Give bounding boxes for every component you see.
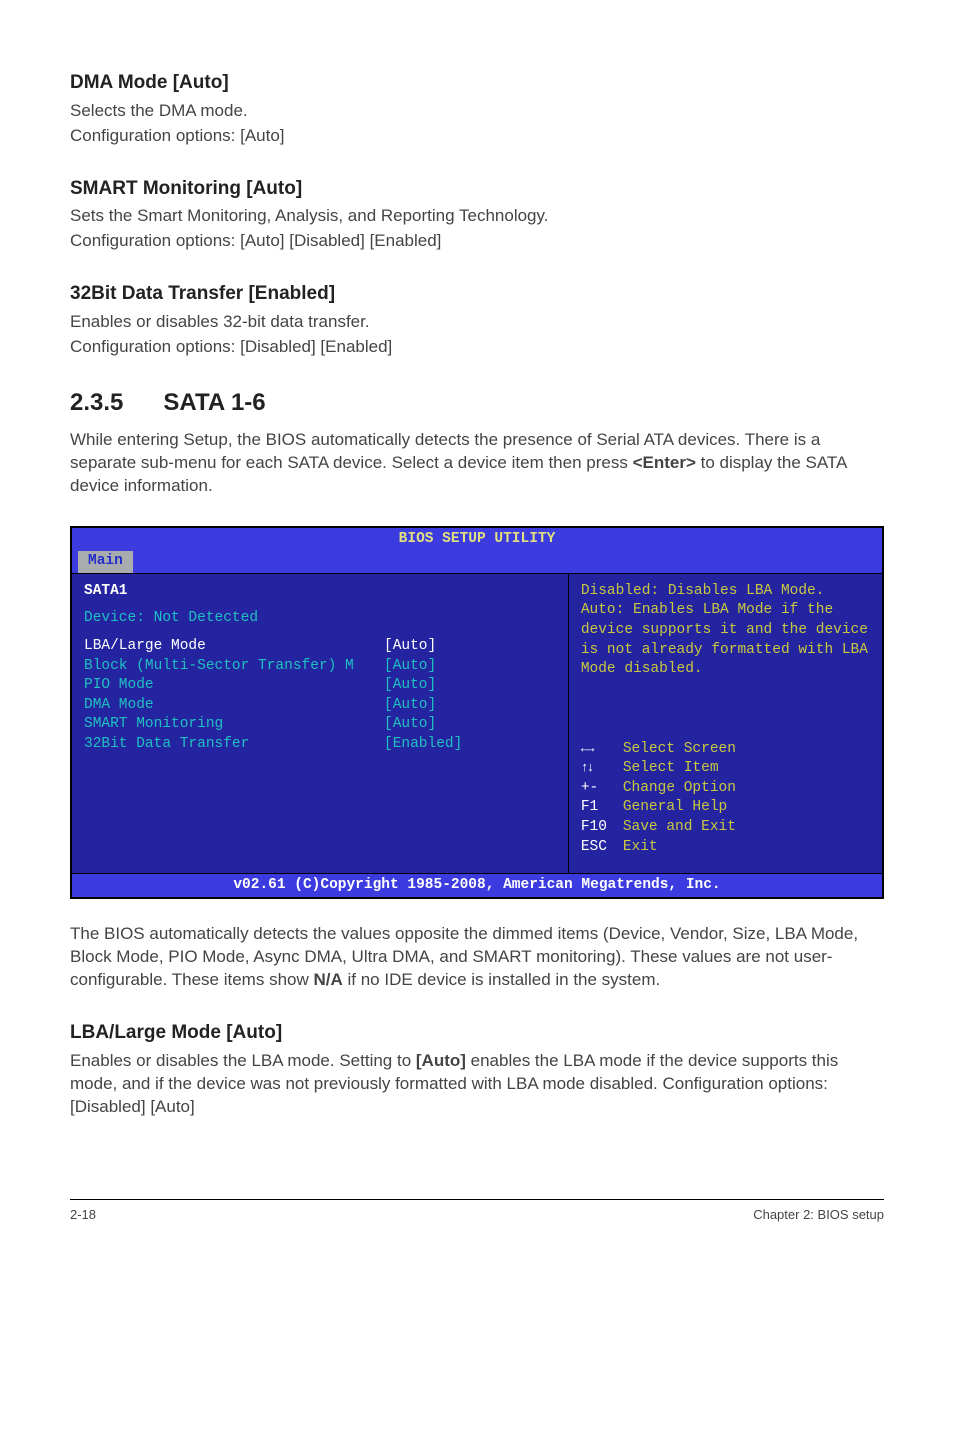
bios-key-row: F1General Help <box>581 798 870 818</box>
bios-key-label: Exit <box>623 839 658 855</box>
bios-key: F1 <box>581 798 623 818</box>
bios-option-label: 32Bit Data Transfer <box>84 735 384 755</box>
bios-option-value: [Auto] <box>384 697 436 713</box>
bios-key: ↑↓ <box>581 759 623 777</box>
bios-key: ←→ <box>581 740 623 758</box>
bios-option-value: [Auto] <box>384 716 436 732</box>
bios-option-row[interactable]: 32Bit Data Transfer[Enabled] <box>84 735 556 755</box>
bios-key-label: Select Item <box>623 760 719 776</box>
bios-key-row: ←→Select Screen <box>581 740 870 760</box>
bios-left-panel: SATA1 Device: Not Detected LBA/Large Mod… <box>72 574 569 873</box>
heading-sata-1-6: 2.3.5 SATA 1-6 <box>70 387 884 419</box>
bios-device-status: Device: Not Detected <box>84 609 556 629</box>
bios-tab-row: Main <box>72 551 882 573</box>
bios-right-panel: Disabled: Disables LBA Mode. Auto: Enabl… <box>569 574 882 873</box>
text-32bit-transfer-1: Enables or disables 32-bit data transfer… <box>70 311 884 334</box>
bios-key-label: General Help <box>623 799 727 815</box>
bios-option-value: [Enabled] <box>384 736 462 752</box>
bios-screenshot: BIOS SETUP UTILITY Main SATA1 Device: No… <box>70 526 884 900</box>
bios-key-row: ESCExit <box>581 838 870 858</box>
section-title-text: SATA 1-6 <box>163 389 265 416</box>
text-sata-intro-key: <Enter> <box>633 453 696 472</box>
heading-dma-mode: DMA Mode [Auto] <box>70 70 884 96</box>
bios-option-row[interactable]: Block (Multi-Sector Transfer) M[Auto] <box>84 657 556 677</box>
page-footer: 2-18 Chapter 2: BIOS setup <box>70 1199 884 1224</box>
text-dma-mode-1: Selects the DMA mode. <box>70 100 884 123</box>
bios-tab-main[interactable]: Main <box>78 551 133 573</box>
text-smart-monitoring-1: Sets the Smart Monitoring, Analysis, and… <box>70 205 884 228</box>
text-lba-large: Enables or disables the LBA mode. Settin… <box>70 1050 884 1119</box>
bios-option-label: PIO Mode <box>84 676 384 696</box>
text-post-bios: The BIOS automatically detects the value… <box>70 923 884 992</box>
bios-option-value: [Auto] <box>384 658 436 674</box>
bios-option-label: DMA Mode <box>84 696 384 716</box>
heading-32bit-transfer: 32Bit Data Transfer [Enabled] <box>70 281 884 307</box>
bios-option-row[interactable]: SMART Monitoring[Auto] <box>84 715 556 735</box>
text-smart-monitoring-2: Configuration options: [Auto] [Disabled]… <box>70 230 884 253</box>
text-sata-intro: While entering Setup, the BIOS automatic… <box>70 429 884 498</box>
bios-copyright: v02.61 (C)Copyright 1985-2008, American … <box>72 873 882 898</box>
bios-option-label: Block (Multi-Sector Transfer) M <box>84 657 384 677</box>
bios-key: ESC <box>581 838 623 858</box>
bios-key-label: Save and Exit <box>623 819 736 835</box>
page-number: 2-18 <box>70 1206 96 1224</box>
bios-key-row: +-Change Option <box>581 779 870 799</box>
bios-sata-label: SATA1 <box>84 582 556 602</box>
bios-option-value: [Auto] <box>384 638 436 654</box>
bios-key: F10 <box>581 818 623 838</box>
bios-key-legend: ←→Select Screen↑↓Select Item+-Change Opt… <box>581 740 870 857</box>
bios-title: BIOS SETUP UTILITY <box>72 528 882 552</box>
bios-key-label: Select Screen <box>623 741 736 757</box>
bios-key-row: F10Save and Exit <box>581 818 870 838</box>
bios-option-label: SMART Monitoring <box>84 715 384 735</box>
bios-option-row[interactable]: LBA/Large Mode[Auto] <box>84 637 556 657</box>
bios-key: +- <box>581 779 623 799</box>
chapter-label: Chapter 2: BIOS setup <box>753 1206 884 1224</box>
bios-option-row[interactable]: DMA Mode[Auto] <box>84 696 556 716</box>
heading-lba-large-mode: LBA/Large Mode [Auto] <box>70 1020 884 1046</box>
section-number: 2.3.5 <box>70 387 123 419</box>
text-post-bios-b: if no IDE device is installed in the sys… <box>343 970 660 989</box>
text-32bit-transfer-2: Configuration options: [Disabled] [Enabl… <box>70 336 884 359</box>
bios-option-row[interactable]: PIO Mode[Auto] <box>84 676 556 696</box>
bios-option-label: LBA/Large Mode <box>84 637 384 657</box>
text-post-bios-bold: N/A <box>313 970 342 989</box>
text-lba-large-a: Enables or disables the LBA mode. Settin… <box>70 1051 416 1070</box>
bios-option-value: [Auto] <box>384 677 436 693</box>
bios-key-label: Change Option <box>623 780 736 796</box>
bios-key-row: ↑↓Select Item <box>581 759 870 779</box>
heading-smart-monitoring: SMART Monitoring [Auto] <box>70 176 884 202</box>
bios-help-text: Disabled: Disables LBA Mode. Auto: Enabl… <box>581 582 870 680</box>
text-dma-mode-2: Configuration options: [Auto] <box>70 125 884 148</box>
text-lba-large-bold: [Auto] <box>416 1051 466 1070</box>
